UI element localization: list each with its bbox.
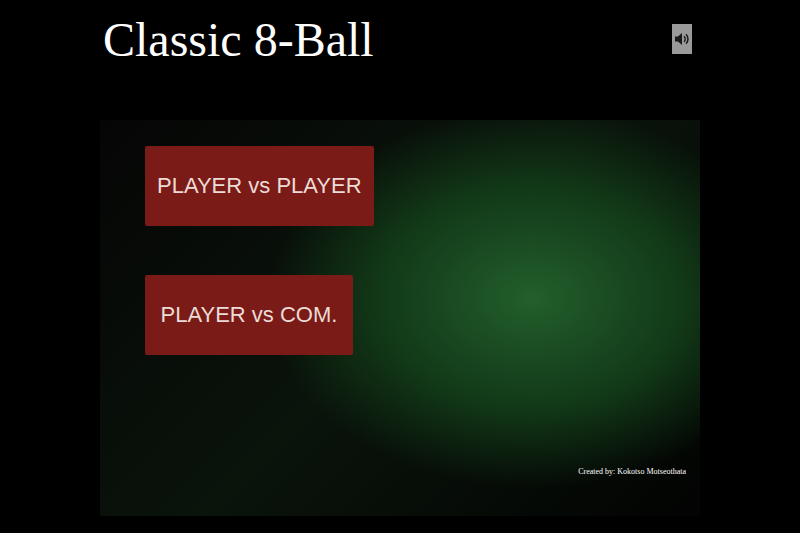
menu-button[interactable]: PLAYER vs COM. — [145, 275, 353, 355]
menu-panel: PLAYER vs PLAYER PLAYER vs COM. Created by… — [100, 120, 700, 516]
menu-button[interactable]: PLAYER vs PLAYER — [145, 146, 374, 226]
speaker-icon — [673, 30, 691, 48]
game-screen: Classic 8-BallPLAYER vs PLAYERPLAYER vs … — [0, 0, 800, 533]
sound-button[interactable] — [672, 24, 692, 54]
game-title: Classic 8-Ball — [103, 14, 374, 67]
credit-text: Created by: Kokotso Motseothata — [578, 467, 686, 476]
header: Classic 8-Ball — [0, 0, 800, 120]
menu: PLAYER vs PLAYER PLAYER vs COM. — [100, 120, 700, 355]
